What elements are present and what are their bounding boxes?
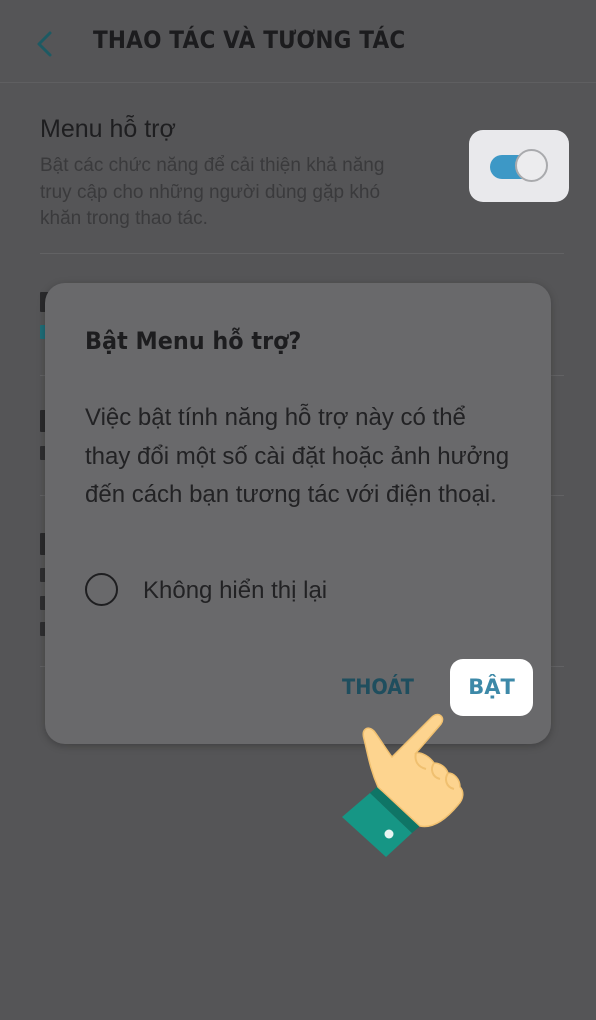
chevron-left-icon (37, 31, 52, 57)
back-button[interactable] (30, 26, 64, 62)
enable-assistant-menu-dialog: Bật Menu hỗ trợ? Việc bật tính năng hỗ t… (45, 283, 551, 744)
settings-screen: THAO TÁC VÀ TƯƠNG TÁC Menu hỗ trợ Bật cá… (0, 0, 596, 1020)
dont-show-again-label[interactable]: Không hiển thị lại (143, 577, 327, 605)
setting-row-assistant-menu[interactable]: Menu hỗ trợ Bật các chức năng để cải thi… (0, 83, 596, 253)
divider (40, 253, 564, 254)
dialog-title: Bật Menu hỗ trợ? (85, 327, 302, 355)
setting-description: Bật các chức năng để cải thiện khả năng … (40, 155, 385, 229)
app-bar: THAO TÁC VÀ TƯƠNG TÁC (0, 0, 596, 83)
pointing-hand-icon (342, 713, 464, 857)
page-title: THAO TÁC VÀ TƯƠNG TÁC (93, 26, 406, 54)
setting-title: Menu hỗ trợ (40, 115, 176, 143)
dont-show-again-checkbox[interactable] (85, 573, 118, 606)
assistant-menu-toggle[interactable] (469, 130, 569, 202)
dialog-message: Việc bật tính năng hỗ trợ này có thể tha… (85, 404, 510, 508)
toggle-thumb (515, 149, 548, 182)
